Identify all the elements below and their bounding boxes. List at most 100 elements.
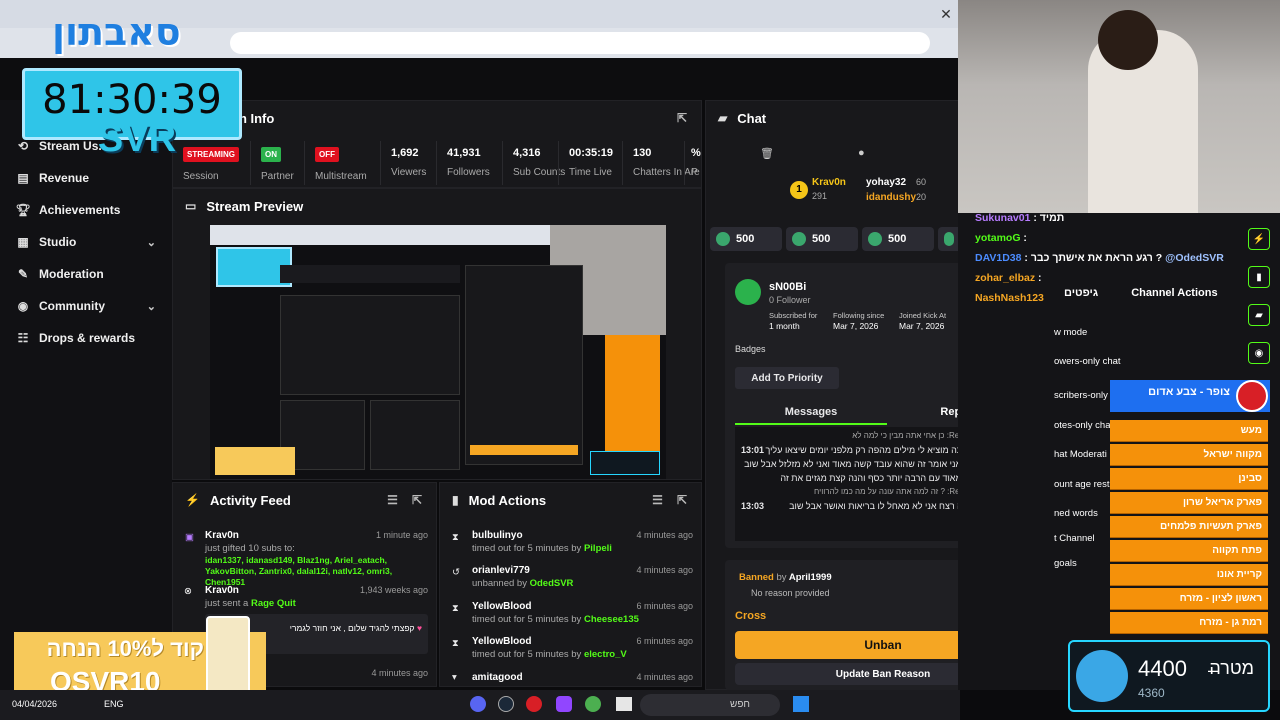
clipboard-icon[interactable]: ▮ — [1248, 266, 1270, 288]
close-icon[interactable]: ✕ — [936, 4, 956, 24]
activity-time: 4 minutes ago — [371, 668, 428, 678]
meta-label: Subscribed for — [769, 311, 818, 320]
mod-action-item: ⧗ YellowBlood 6 minutes ago timed out fo… — [450, 600, 693, 626]
panel-header: on Info ⇱ — [173, 101, 701, 135]
chat-icon: ▰ — [718, 111, 728, 125]
stat-value: 00:35:19 — [569, 147, 614, 159]
chat-user: yotamoG — [975, 232, 1021, 244]
mod-time: 6 minutes ago — [636, 636, 693, 646]
top-gifter-name[interactable]: Krav0n — [812, 177, 846, 188]
webcam-feed — [958, 0, 1280, 213]
perfume-bottle-image — [206, 616, 250, 698]
panel-header: ⚡ Activity Feed ☰ ⇱ — [173, 483, 436, 517]
mod-time: 4 minutes ago — [636, 530, 693, 540]
channel-action-item[interactable]: ount age rest — [1054, 479, 1109, 490]
activity-item: ▣ Krav0n 1 minute ago just gifted 10 sub… — [183, 529, 428, 588]
follower-count: 0 Follower — [769, 295, 811, 305]
bolt-icon[interactable]: ⚡ — [1248, 228, 1270, 250]
trash-icon[interactable]: 🗑︎ — [760, 147, 774, 160]
channel-action-item[interactable]: otes-only cha — [1054, 420, 1111, 431]
taskbar-search[interactable]: חפש — [640, 694, 780, 716]
mod-action-text: timed out for 5 minutes by — [472, 614, 582, 625]
stat-value: 4,316 — [513, 147, 541, 159]
mod-time: 6 minutes ago — [636, 601, 693, 611]
panel-header: ▰ Chat — [706, 101, 959, 135]
chat-line: DAV1D38 : רגע הראת את אישתך כבר ? @OdedS… — [975, 252, 1224, 264]
status-badge: OFF — [315, 147, 339, 162]
sidebar-item-drops[interactable]: ☷ Drops & rewards — [0, 324, 172, 352]
message-time: 13:01 — [741, 445, 765, 455]
channel-action-item[interactable]: w mode — [1054, 327, 1087, 338]
broadcast-icon[interactable]: ◉ — [1248, 342, 1270, 364]
top-gifter-name[interactable]: idandushy — [866, 192, 916, 203]
channel-action-item[interactable]: t Channel — [1054, 533, 1095, 544]
tab-messages[interactable]: Messages — [735, 399, 887, 425]
top-gifter-name[interactable]: yohay32 — [866, 177, 906, 188]
panel-title: Mod Actions — [468, 492, 547, 508]
chat-user: NashNash123 — [975, 292, 1044, 304]
chat-icon[interactable]: ▰ — [1248, 304, 1270, 326]
filter-icon[interactable]: ☰ — [652, 493, 663, 507]
chevron-down-icon: ⌄ — [146, 300, 156, 313]
meta-label: Joined Kick At — [899, 311, 947, 320]
panel-header: ▮ Mod Actions ☰ ⇱ — [440, 483, 701, 517]
mod-action-text: unbanned by — [472, 578, 527, 589]
stat-time-live: 00:35:19 Time Live — [558, 141, 620, 185]
leaderboard-row: רמת גן - מזרח — [1110, 612, 1268, 634]
taskbar-lang[interactable]: ENG — [104, 699, 124, 709]
stream-preview-video[interactable] — [210, 225, 666, 479]
sidebar-item-moderation[interactable]: ✎ Moderation — [0, 260, 172, 288]
leaderboard-row: סבינן — [1110, 468, 1268, 490]
hourglass-icon: ⧗ — [452, 532, 459, 543]
filter-icon[interactable]: ☰ — [387, 493, 398, 507]
channel-action-item[interactable]: goals — [1054, 558, 1077, 569]
sidebar-item-achievements[interactable]: 🏆︎ Achievements — [0, 196, 172, 224]
app-icon[interactable] — [526, 696, 542, 712]
monitor-icon: ▭ — [185, 199, 197, 213]
channel-action-item[interactable]: hat Moderati — [1054, 449, 1107, 460]
stat-label: P — [691, 167, 698, 178]
status-badge: ON — [261, 147, 281, 162]
sub-badge[interactable]: 500 — [710, 227, 782, 251]
file-explorer-icon[interactable] — [616, 697, 632, 711]
popout-icon[interactable]: ⇱ — [677, 111, 687, 125]
mod-by[interactable]: electro_V — [584, 649, 627, 660]
sidebar-item-label: Drops & rewards — [39, 331, 136, 345]
badge-icon — [792, 232, 806, 246]
undo-icon: ↺ — [452, 567, 460, 578]
add-to-priority-button[interactable]: Add To Priority — [735, 367, 839, 389]
stat-viewers: 1,692 Viewers — [380, 141, 436, 185]
sidebar-item-revenue[interactable]: ▤ Revenue — [0, 164, 172, 192]
windows-start-icon[interactable] — [793, 696, 809, 712]
sidebar-item-studio[interactable]: ▦ Studio ⌄ — [0, 228, 172, 256]
mod-time: 4 minutes ago — [636, 672, 693, 682]
mod-by[interactable]: Cheesee135 — [584, 614, 639, 625]
ban-label: Banned — [739, 572, 774, 583]
badge-value: 500 — [736, 233, 755, 245]
chrome-icon[interactable] — [585, 696, 601, 712]
chat-text: רגע הראת את אישתך כבר ? — [1030, 252, 1163, 264]
sidebar: ⟲ Stream Us... ▤ Revenue 🏆︎ Achievements ▦ S… — [0, 100, 172, 690]
channel-action-item[interactable]: ned words — [1054, 508, 1098, 519]
mod-time: 4 minutes ago — [636, 565, 693, 575]
chat-bubble-icon[interactable]: ● — [858, 147, 865, 159]
address-bar[interactable] — [230, 32, 930, 54]
steam-icon[interactable] — [498, 696, 514, 712]
mod-by[interactable]: Pilpeli — [584, 543, 612, 554]
goal-current: 4400 — [1138, 656, 1187, 681]
broadcast-icon: ⟲ — [17, 139, 29, 153]
channel-action-item[interactable]: scribers-only — [1054, 390, 1108, 401]
mod-by[interactable]: OdedSVR — [530, 578, 574, 589]
stat-value: 130 — [633, 147, 652, 159]
channel-action-item[interactable]: owers-only chat — [1054, 356, 1121, 367]
leaderboard-row: פארק תעשיות פלמחים — [1110, 516, 1268, 538]
stat-label: Multistream — [315, 171, 367, 182]
sub-badge[interactable]: 500 — [786, 227, 858, 251]
username[interactable]: sN00Bi — [769, 281, 806, 293]
twitch-icon[interactable] — [556, 696, 572, 712]
discord-icon[interactable] — [470, 696, 486, 712]
sidebar-item-community[interactable]: ◉ Community ⌄ — [0, 292, 172, 320]
sub-badge[interactable]: 500 — [862, 227, 934, 251]
popout-icon[interactable]: ⇱ — [412, 493, 422, 507]
popout-icon[interactable]: ⇱ — [677, 493, 687, 507]
